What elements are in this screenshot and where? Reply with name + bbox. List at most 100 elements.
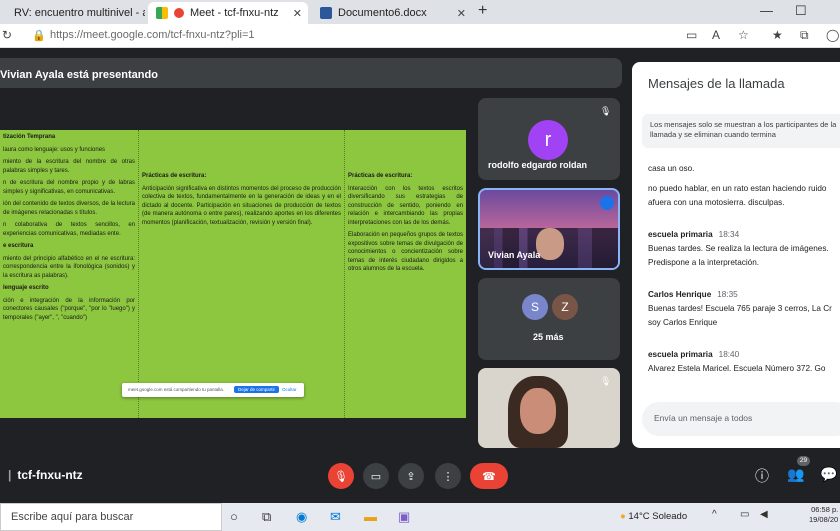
volume-icon[interactable]: ◀ [760,509,768,520]
clock-time: 06:58 p. [811,505,839,514]
close-tab-icon[interactable]: ✕ [457,7,466,20]
chat-message: Carlos Henrique 18:35 Buenas tardes! Escue… [648,288,832,330]
message-text: Alvarez Estela Maricel. Escuela Número 3… [648,364,826,373]
url-text[interactable]: https://meet.google.com/tcf-fnxu-ntz?pli… [50,29,255,41]
favorite-icon[interactable]: ☆ [738,28,749,42]
lock-icon[interactable]: 🔒 [32,29,46,42]
presenting-title: Vivian Ayala está presentando [0,69,158,81]
self-face [520,388,556,434]
participant-name: rodolfo edgardo roldan [488,160,587,170]
slide-paragraph: tización Temprana [3,134,56,140]
browser-tab-bar: RV: encuentro multinivel - ayala Meet - … [0,0,840,24]
sender-name: escuela primaria [648,350,713,359]
sender-name: Carlos Henrique [648,290,712,299]
url-path: tcf-fnxu-ntz?pli=1 [170,29,255,41]
url-host: https://meet.google.com/ [50,29,171,41]
message-sender: escuela primaria 18:34 [648,228,829,242]
avatar-s: S [522,294,548,320]
present-now-button[interactable]: ⇪ [398,463,424,489]
avatar-initial: Z [561,300,569,314]
camera-toggle-button[interactable]: ▭ [363,463,389,489]
favorites-bar-icon[interactable]: ★ [772,28,783,42]
message-text: Buenas tardes. Se realiza la lectura de … [648,244,829,253]
slide-paragraph: laura como lenguaje: usos y funciones [3,146,106,153]
leave-call-button[interactable]: ☎ [470,463,508,489]
address-bar[interactable]: ↻ 🔒 https://meet.google.com/tcf-fnxu-ntz… [0,24,840,48]
info-icon[interactable]: ⓘ [755,466,769,486]
read-aloud-icon[interactable]: A [712,28,720,42]
mail-icon[interactable]: ✉ [330,509,341,525]
message-text: casa un oso. [648,164,695,173]
slide-paragraph: Prácticas de escritura: [142,173,207,179]
task-view-icon[interactable]: ⧉ [262,509,271,525]
slide-column-1: tización Temprana laura como lenguaje: us… [0,130,139,418]
chat-panel: Mensajes de la llamada Los mensajes solo… [632,62,840,448]
message-text: afuera con una motosierra. disculpas. [648,198,785,207]
self-view-tile[interactable]: 🎙 [478,368,620,448]
participant-tile-vivian[interactable]: Vivian Ayala [478,188,620,270]
store-icon[interactable]: ▣ [398,509,410,525]
more-options-button[interactable]: ⋮ [435,463,461,489]
word-icon [320,7,332,19]
participant-name: Vivian Ayala [488,250,541,260]
slide-paragraph: miento del principio alfabético en el ne… [3,255,135,279]
message-text: Predispone a la interpretación. [648,258,760,267]
close-tab-icon[interactable]: ✕ [293,7,302,20]
file-explorer-icon[interactable]: ▬ [364,509,377,524]
avatar-initial: S [530,300,539,314]
camera-icon[interactable]: ▭ [686,28,697,42]
screen-share-popup: meet.google.com está compartiendo tu pan… [122,383,304,397]
tab-email[interactable]: RV: encuentro multinivel - ayala [0,2,145,24]
slide-column-3: Prácticas de escritura: Interacción con l… [345,130,466,418]
tab-document[interactable]: Documento6.docx ✕ [312,2,472,24]
chat-icon[interactable]: 💬 [820,466,837,483]
chat-message: escuela primaria 18:34 Buenas tardes. Se r… [648,228,829,270]
reload-icon[interactable]: ↻ [2,28,12,42]
tray-chevron-icon[interactable]: ^ [712,509,717,520]
slide-column-2: Prácticas de escritura: Anticipación sign… [139,130,345,418]
participant-tile-more[interactable]: S Z 25 más [478,278,620,360]
chat-notice: Los mensajes solo se muestran a los part… [642,114,840,148]
slide-paragraph: Anticipación significativa en distintos … [142,185,341,226]
participant-tile-rodolfo[interactable]: r 🎙 rodolfo edgardo roldan [478,98,620,180]
profile-icon[interactable]: ◯ [826,28,839,42]
recording-icon [174,8,184,18]
meet-icon [156,7,168,19]
edge-icon[interactable]: ◉ [296,509,307,525]
tab-label: Documento6.docx [338,7,427,19]
clock-date: 19/08/20 [809,515,839,524]
mic-off-icon: 🎙 [600,106,612,116]
speaking-indicator-icon [600,196,614,210]
meeting-code-text: tcf-fnxu-ntz [17,468,83,482]
shared-slide: tización Temprana laura como lenguaje: us… [0,130,466,418]
hide-button[interactable]: Ocultar [282,387,297,392]
slide-paragraph: ión del contenido de textos diversos, de… [3,201,135,216]
share-popup-text: meet.google.com está compartiendo tu pan… [128,387,225,392]
maximize-icon[interactable]: ☐ [795,3,807,19]
stop-sharing-button[interactable]: Dejar de compartir [234,386,280,393]
tab-meet[interactable]: Meet - tcf-fnxu-ntz ✕ [148,2,308,24]
weather-widget[interactable]: ● 14°C Soleado [620,511,687,522]
people-icon[interactable]: 👥 [787,466,804,483]
meeting-code: | tcf-fnxu-ntz [8,468,83,482]
chat-message-input[interactable]: Envía un mensaje a todos [642,402,840,436]
message-time: 18:35 [717,290,738,299]
message-text: no puedo hablar, en un rato estan hacien… [648,184,827,193]
network-icon[interactable]: ▭ [740,509,749,520]
taskbar-search-text: Escribe aquí para buscar [11,511,134,523]
tab-label: Meet - tcf-fnxu-ntz [190,7,279,19]
slide-paragraph: Elaboración en pequeños grupos de textos… [348,232,463,272]
new-tab-icon[interactable]: + [478,2,487,20]
mic-toggle-button[interactable]: 🎙 [328,463,354,489]
slide-paragraph: ción e integración de la información por… [3,297,135,321]
cortana-icon[interactable]: ○ [230,509,238,524]
chat-title: Mensajes de la llamada [648,76,785,91]
slide-paragraph: n colaborativa de textos sencillos, en e… [3,222,135,237]
message-time: 18:40 [718,350,740,359]
collections-icon[interactable]: ⧉ [800,28,809,43]
taskbar-search-box[interactable]: Escribe aquí para buscar [0,503,222,531]
chat-message: escuela primaria 18:40 Alvarez Estela Mari… [648,348,825,376]
avatar: r [528,120,568,160]
taskbar-clock[interactable]: 06:58 p. 19/08/20 [809,505,838,525]
minimize-icon[interactable]: — [760,3,773,18]
